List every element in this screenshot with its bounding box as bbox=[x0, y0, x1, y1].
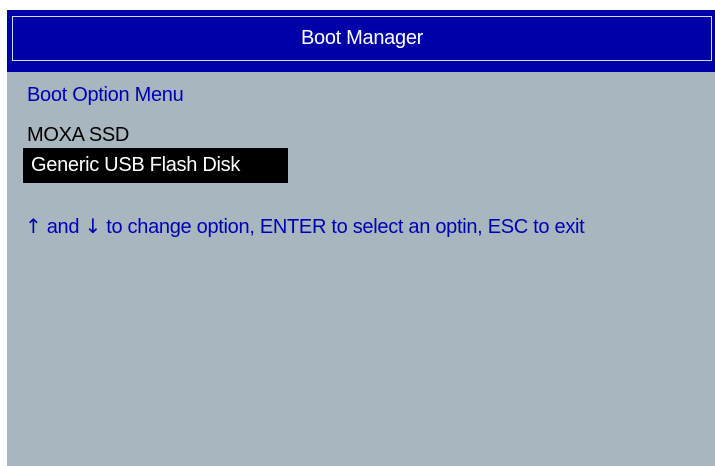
title-frame: Boot Manager bbox=[12, 16, 712, 61]
menu-heading: Boot Option Menu bbox=[27, 84, 184, 106]
help-text: ↑ and ↓ to change option, ENTER to selec… bbox=[25, 214, 585, 239]
down-arrow-icon: ↓ bbox=[84, 214, 101, 238]
boot-option-moxa-ssd[interactable]: MOXA SSD bbox=[23, 122, 288, 148]
bios-screen: Boot Manager Boot Option Menu MOXA SSD G… bbox=[7, 10, 715, 466]
title-bar: Boot Manager bbox=[7, 10, 715, 72]
up-arrow-icon: ↑ bbox=[25, 214, 42, 238]
boot-option-usb-flash-disk[interactable]: Generic USB Flash Disk bbox=[23, 148, 288, 183]
help-instructions: to change option, ENTER to select an opt… bbox=[106, 216, 585, 238]
help-and: and bbox=[46, 216, 80, 238]
page-title: Boot Manager bbox=[300, 27, 424, 49]
boot-option-list: MOXA SSD Generic USB Flash Disk bbox=[23, 122, 288, 183]
